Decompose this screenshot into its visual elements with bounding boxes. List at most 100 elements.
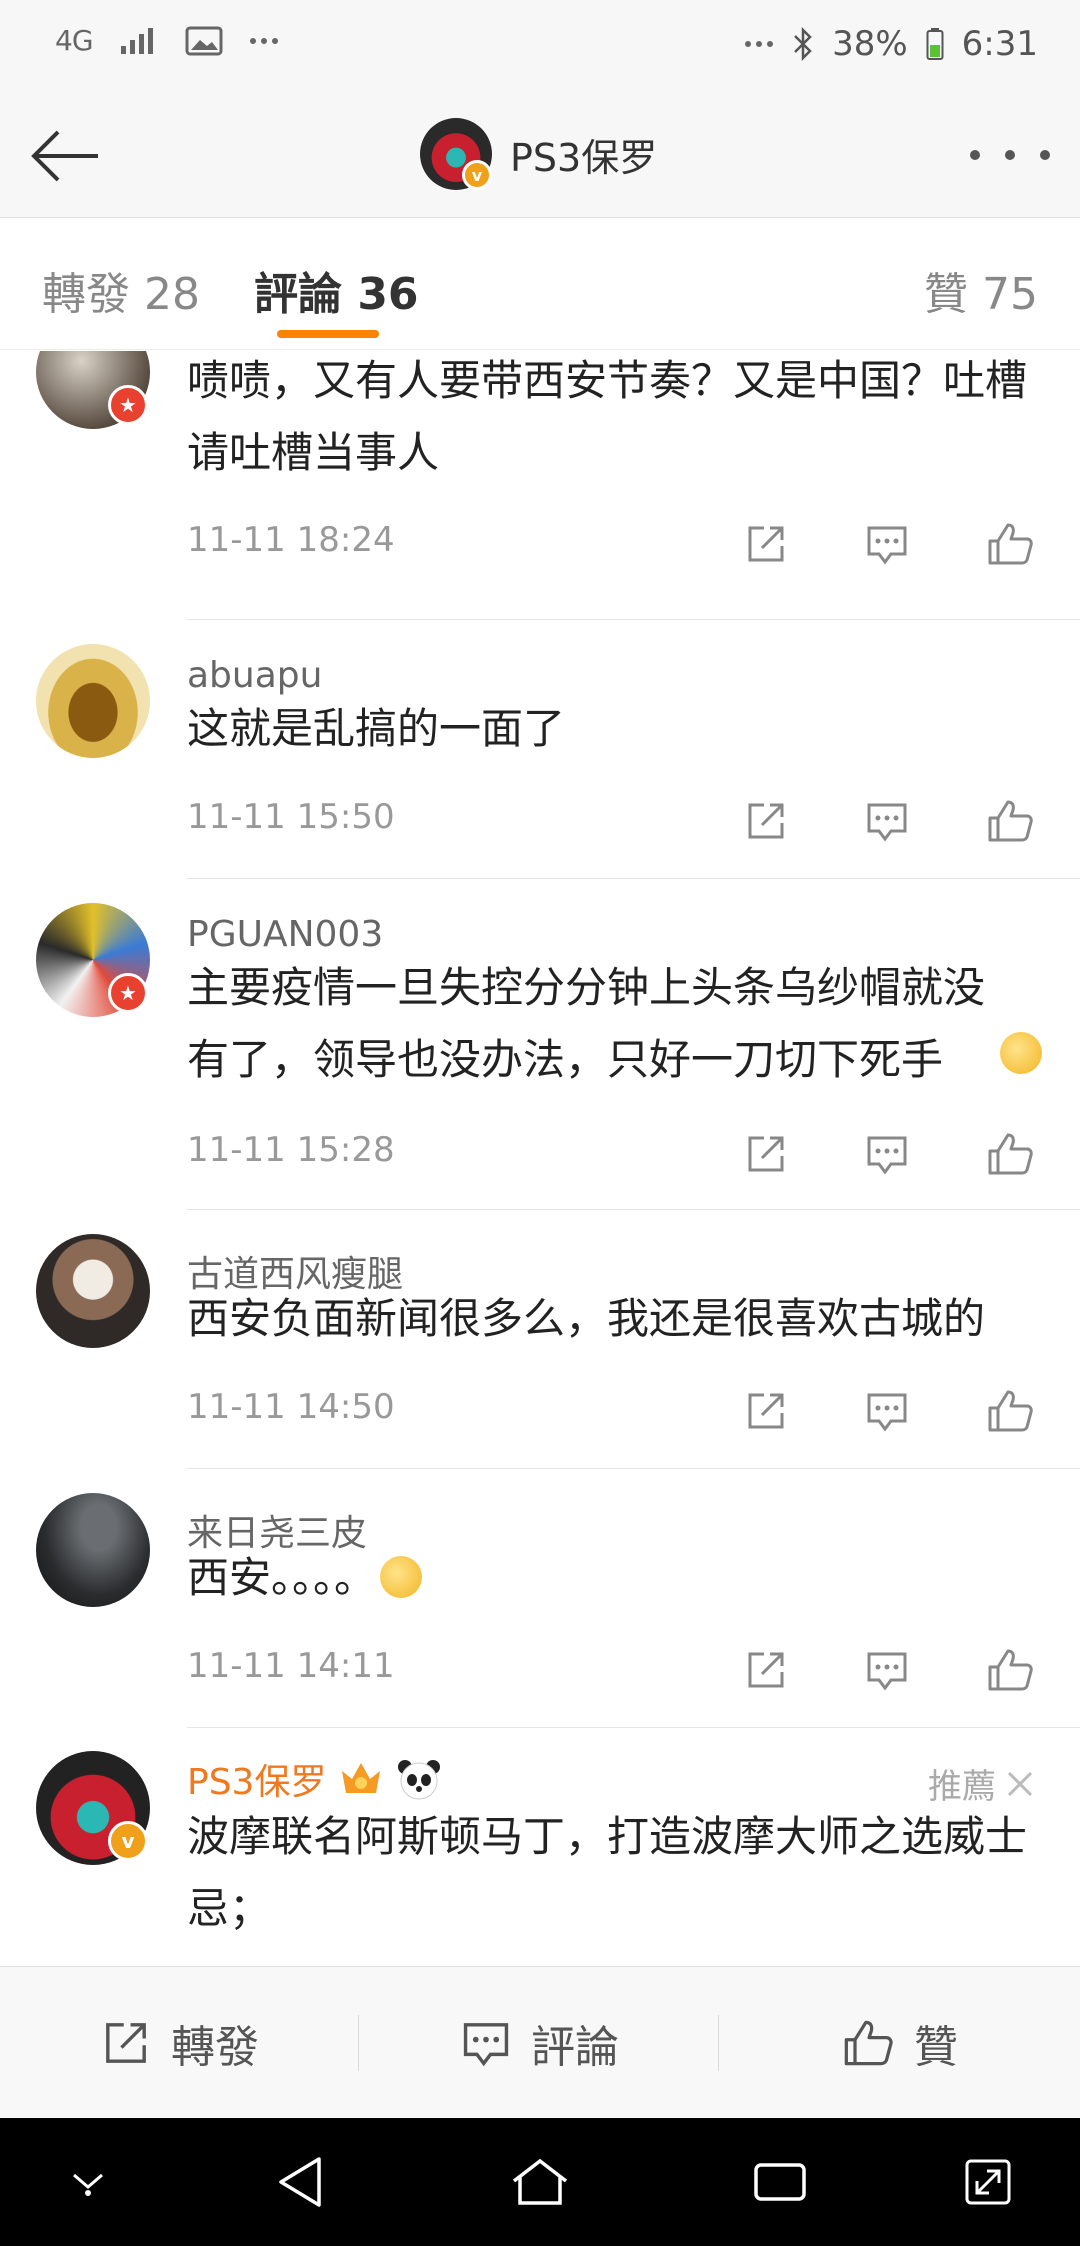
status-right: 38% 6:31 [744,24,1038,64]
tab-like[interactable]: 贊 75 [924,258,1038,322]
comment-username[interactable]: abuapu [187,655,322,696]
separator [358,2015,359,2071]
comment-time: 11-11 14:11 [187,1646,395,1686]
repost-button[interactable]: 轉發 [0,1967,360,2119]
header-user[interactable]: v PS3保罗 [420,114,657,194]
nav-recents-button[interactable] [748,2150,812,2214]
more-dot [1040,150,1050,160]
network-indicator: 4G [55,24,94,57]
comment-actions [744,1642,1034,1698]
comment-button[interactable]: 評論 [360,1967,720,2119]
tab-comment[interactable]: 評論 36 [254,258,419,322]
recents-icon [754,2163,806,2201]
verified-badge-icon: ★ [108,385,148,425]
share-icon[interactable] [744,1648,788,1692]
comment-actions [744,793,1034,849]
reply-icon[interactable] [865,1389,909,1433]
header-title: PS3保罗 [510,135,658,180]
nav-back-button[interactable] [268,2150,332,2214]
divider [187,1727,1080,1728]
triangle-back-icon [279,2157,321,2207]
avatar[interactable] [36,644,150,758]
like-icon[interactable] [986,798,1034,844]
comment-text: 波摩联名阿斯顿马丁，打造波摩大师之选威士忌； [187,1812,1028,1933]
battery-icon [926,28,944,60]
like-button[interactable]: 贊 [720,1967,1080,2119]
comment-text-content: 西安。。。。 [187,1553,377,1602]
comment-username[interactable]: PS3保罗 [187,1753,442,1805]
comment-actions [744,1126,1034,1182]
comment-actions [744,1383,1034,1439]
bluetooth-icon [794,27,812,61]
comment-label: 評論 [531,2022,619,2073]
comment-time: 11-11 14:50 [187,1387,395,1427]
comment-text: 西安。。。。 [187,1542,1047,1614]
more-dots-icon [970,150,980,160]
divider [187,1209,1080,1210]
member-crown-icon [342,1763,381,1793]
like-label: 贊 [914,2022,958,2073]
chevron-down-icon [73,2173,103,2196]
share-icon[interactable] [744,799,788,843]
avatar[interactable] [36,1234,150,1348]
comment-actions [744,516,1034,572]
separator [718,2015,719,2071]
tab-repost[interactable]: 轉發 28 [42,258,200,322]
back-button[interactable] [24,116,104,196]
header-avatar[interactable]: v [420,118,492,190]
gallery-icon [185,26,223,55]
comment-list[interactable]: ★ 啧啧，又有人要带西安节奏？又是中国？吐槽请吐槽当事人 11-11 18:24… [0,351,1080,1965]
back-arrow-icon [31,130,98,182]
reply-icon[interactable] [865,1648,909,1692]
share-icon [106,2023,146,2063]
comment-time: 11-11 15:28 [187,1130,395,1170]
emoji-icon [380,1556,423,1598]
comment-text: 这就是乱搞的一面了 [187,704,566,753]
more-status-icon [745,41,774,47]
active-tab-indicator [277,330,379,338]
thinking-emoji-icon [1000,1032,1042,1074]
clock: 6:31 [961,24,1038,64]
divider [187,878,1080,879]
comment-text: 啧啧，又有人要带西安节奏？又是中国？吐槽请吐槽当事人 [187,356,1028,477]
share-icon[interactable] [744,1132,788,1176]
panda-badge-icon [398,1760,441,1800]
more-options-button[interactable] [970,130,1050,180]
comment-item: ★ 啧啧，又有人要带西安节奏？又是中国？吐槽请吐槽当事人 11-11 18:24 [0,351,1080,620]
avatar[interactable] [36,1493,150,1607]
battery-percent: 38% [832,24,908,64]
share-icon[interactable] [744,522,788,566]
more-dot [1005,150,1015,160]
more-notifications-icon [249,37,278,44]
nav-home-button[interactable] [508,2150,572,2214]
reply-icon[interactable] [865,522,909,566]
comment-text: 西安负面新闻很多么，我还是很喜欢古城的 [187,1294,986,1343]
tab-bar: 轉發 28 評論 36 贊 75 [0,218,1080,350]
close-icon[interactable] [1006,1770,1034,1798]
like-icon[interactable] [986,521,1034,567]
like-icon[interactable] [986,1647,1034,1693]
divider [187,1468,1080,1469]
signal-icon [120,27,153,54]
bottom-action-bar: 轉發 評論 贊 [0,1966,1080,2118]
like-icon[interactable] [986,1388,1034,1434]
comment-icon [463,2023,509,2067]
reply-icon[interactable] [865,1132,909,1176]
expand-icon [965,2159,1011,2205]
home-icon [512,2158,568,2205]
verified-badge-icon: ★ [108,973,148,1013]
repost-label: 轉發 [171,2022,259,2073]
reply-icon[interactable] [865,799,909,843]
comment-text: 主要疫情一旦失控分分钟上头条乌纱帽就没有了，领导也没办法，只好一刀切下死手 [187,963,986,1084]
like-icon[interactable] [986,1131,1034,1177]
nav-expand-button[interactable] [956,2150,1020,2214]
share-icon[interactable] [744,1389,788,1433]
comment-time: 11-11 15:50 [187,797,395,837]
hide-nav-button[interactable] [56,2150,120,2214]
system-nav-bar [0,2118,1080,2246]
header: v PS3保罗 [0,90,1080,218]
status-left: 4G [55,24,279,57]
comment-username-text: PS3保罗 [187,1762,327,1803]
comment-username[interactable]: PGUAN003 [187,914,383,955]
status-bar: 4G 38% 6:31 [0,0,1080,90]
